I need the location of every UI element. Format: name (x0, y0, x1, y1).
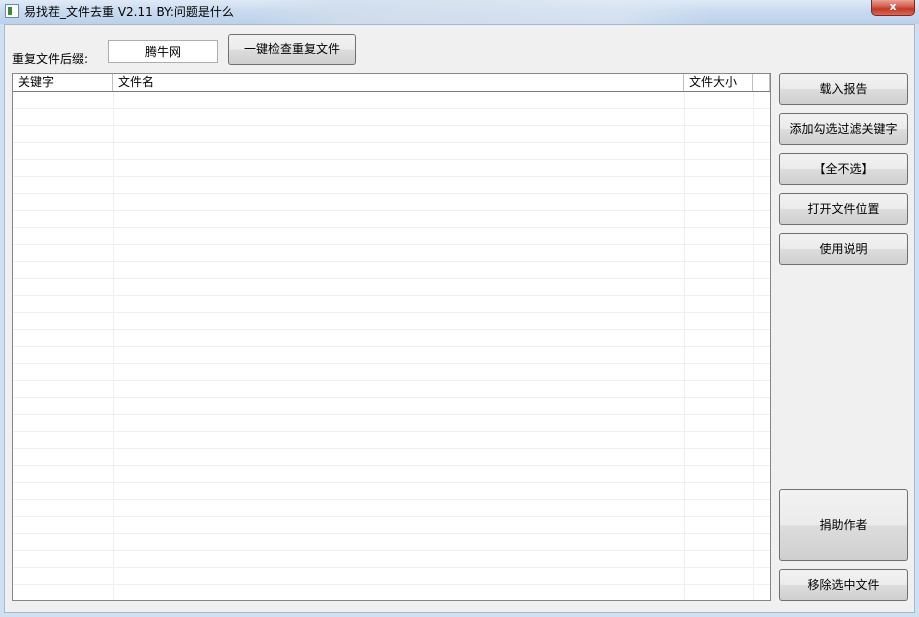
list-rows[interactable] (13, 92, 770, 600)
add-filter-keyword-button[interactable]: 添加勾选过滤关键字 (779, 113, 908, 145)
app-window-icon[interactable] (5, 4, 19, 18)
column-header-keyword[interactable]: 关键字 (13, 74, 113, 91)
close-icon[interactable]: x (871, 0, 915, 16)
suffix-label: 重复文件后缀: (12, 52, 89, 66)
remove-selected-files-button[interactable]: 移除选中文件 (779, 569, 908, 601)
column-header-extra[interactable] (753, 74, 770, 91)
load-report-button[interactable]: 载入报告 (779, 73, 908, 105)
usage-help-button[interactable]: 使用说明 (779, 233, 908, 265)
open-file-location-button[interactable]: 打开文件位置 (779, 193, 908, 225)
column-header-filesize[interactable]: 文件大小 (684, 74, 753, 91)
column-header-filename[interactable]: 文件名 (113, 74, 684, 91)
suffix-input[interactable] (108, 40, 218, 63)
column-divider (753, 92, 754, 600)
title-bar[interactable]: 易找茬_文件去重 V2.11 BY:问题是什么 x (0, 0, 919, 24)
deselect-all-button[interactable]: 【全不选】 (779, 153, 908, 185)
title-bar-background (250, 0, 710, 24)
column-divider (113, 92, 114, 600)
column-divider (684, 92, 685, 600)
client-area: 重复文件后缀: 一键检查重复文件 关键字 文件名 文件大小 载入报告 添加勾选过… (4, 24, 915, 613)
donate-author-button[interactable]: 捐助作者 (779, 489, 908, 561)
list-header: 关键字 文件名 文件大小 (13, 74, 770, 92)
app-window: 易找茬_文件去重 V2.11 BY:问题是什么 x 重复文件后缀: 一键检查重复… (0, 0, 919, 617)
file-list[interactable]: 关键字 文件名 文件大小 (12, 73, 771, 601)
check-duplicates-button[interactable]: 一键检查重复文件 (228, 34, 356, 65)
window-title: 易找茬_文件去重 V2.11 BY:问题是什么 (24, 5, 234, 19)
